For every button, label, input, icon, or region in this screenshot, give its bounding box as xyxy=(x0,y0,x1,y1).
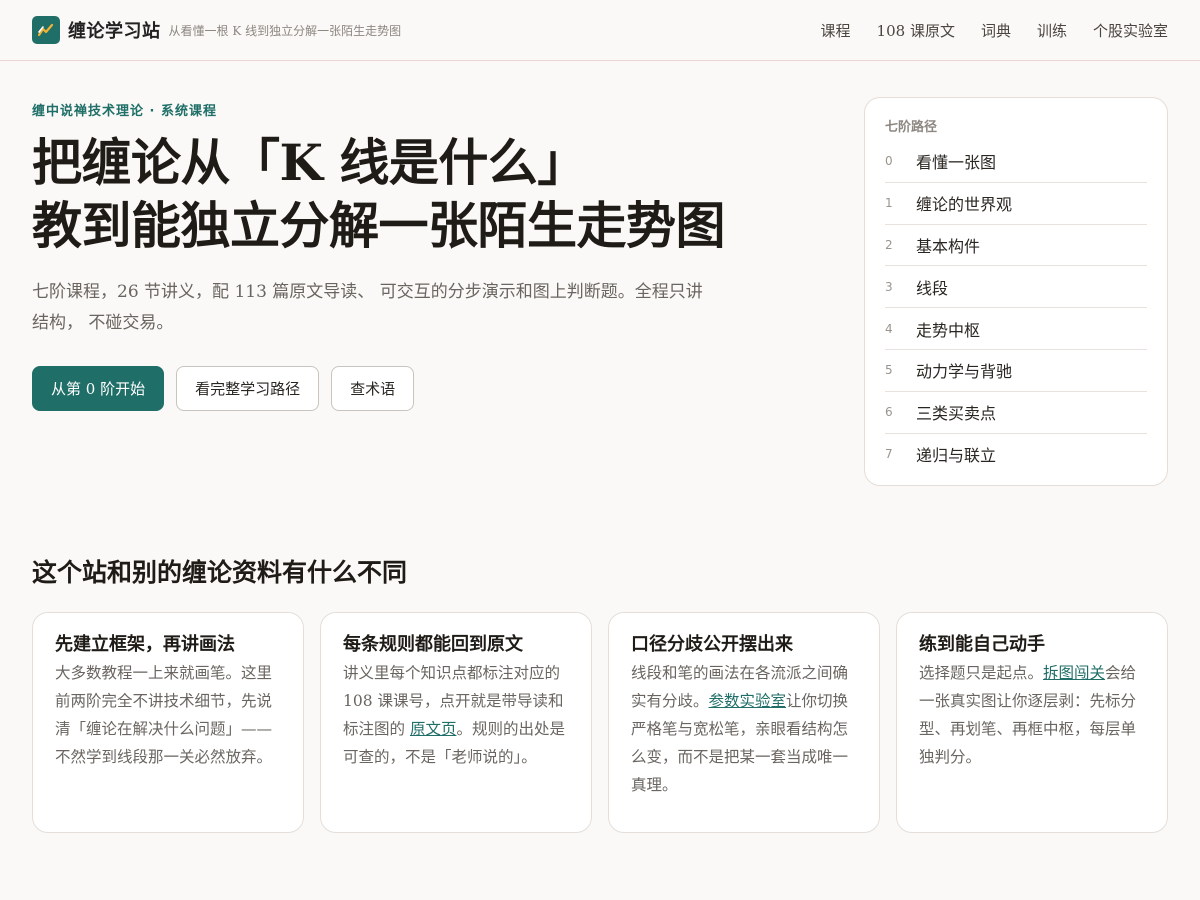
hero-title-line-2: 教到能独立分解一张陌生走势图 xyxy=(32,196,726,255)
path-item-6[interactable]: 6 三类买卖点 xyxy=(885,392,1147,434)
feature-title: 每条规则都能回到原文 xyxy=(343,634,523,655)
feature-body: 讲义里每个知识点都标注对应的 108 课课号，点开就是带导读和标注图的 原文页。… xyxy=(343,659,569,771)
path-item-label: 三类买卖点 xyxy=(916,404,997,424)
path-item-0[interactable]: 0 看懂一张图 xyxy=(885,141,1147,183)
path-item-5[interactable]: 5 动力学与背驰 xyxy=(885,350,1147,392)
feature-card-original-text: 每条规则都能回到原文 讲义里每个知识点都标注对应的 108 课课号，点开就是带导… xyxy=(320,612,592,833)
feature-title: 练到能自己动手 xyxy=(919,634,1045,655)
feature-title: 先建立框架，再讲画法 xyxy=(55,634,235,655)
path-item-number: 1 xyxy=(885,196,893,211)
path-item-label: 缠论的世界观 xyxy=(916,195,1013,215)
path-item-1[interactable]: 1 缠论的世界观 xyxy=(885,183,1147,225)
feature-cards: 先建立框架，再讲画法 大多数教程一上来就画笔。这里前两阶完全不讲技术细节，先说清… xyxy=(32,612,1168,833)
feature-title: 口径分歧公开摆出来 xyxy=(631,634,793,655)
parameter-lab-link[interactable]: 参数实验室 xyxy=(709,692,787,710)
hero-actions: 从第 0 阶开始 看完整学习路径 查术语 xyxy=(32,366,415,411)
path-item-3[interactable]: 3 线段 xyxy=(885,266,1147,309)
path-item-label: 递归与联立 xyxy=(916,446,997,466)
path-item-number: 2 xyxy=(885,237,893,252)
path-card-title: 七阶路径 xyxy=(885,120,938,135)
path-item-number: 5 xyxy=(885,363,893,378)
original-page-link[interactable]: 原文页 xyxy=(410,720,457,738)
path-item-4[interactable]: 4 走势中枢 xyxy=(885,308,1147,350)
seven-stage-path-card: 七阶路径 0 看懂一张图 1 缠论的世界观 2 基本构件 3 线段 4 走势中枢… xyxy=(864,97,1168,486)
path-item-label: 看懂一张图 xyxy=(916,153,997,173)
differences-section-title: 这个站和别的缠论资料有什么不同 xyxy=(32,558,408,587)
nav-courses[interactable]: 课程 xyxy=(821,20,851,41)
feature-body: 大多数教程一上来就画笔。这里前两阶完全不讲技术细节，先说清「缠论在解决什么问题」… xyxy=(55,659,281,771)
feature-body: 线段和笔的画法在各流派之间确实有分歧。参数实验室让你切换严格笔与宽松笔，亲眼看结… xyxy=(631,659,857,799)
feature-body-text: 大多数教程一上来就画笔。这里前两阶完全不讲技术细节，先说清「缠论在解决什么问题」… xyxy=(55,664,273,766)
path-item-number: 3 xyxy=(885,279,893,294)
hero-eyebrow: 缠中说禅技术理论 · 系统课程 xyxy=(32,104,217,119)
nav-dictionary[interactable]: 词典 xyxy=(981,20,1011,41)
path-item-number: 6 xyxy=(885,405,893,420)
hero-description: 七阶课程，26 节讲义，配 113 篇原文导读、 可交互的分步演示和图上判断题。… xyxy=(32,282,703,333)
path-item-number: 7 xyxy=(885,447,893,462)
feature-body: 选择题只是起点。拆图闯关会给一张真实图让你逐层剥：先标分型、再划笔、再框中枢，每… xyxy=(919,659,1145,771)
feature-card-divergence: 口径分歧公开摆出来 线段和笔的画法在各流派之间确实有分歧。参数实验室让你切换严格… xyxy=(608,612,880,833)
path-item-7[interactable]: 7 递归与联立 xyxy=(885,434,1147,476)
hero-title: 把缠论从「K 线是什么」 教到能独立分解一张陌生走势图 xyxy=(32,131,792,257)
path-item-label: 线段 xyxy=(916,278,949,298)
path-item-number: 0 xyxy=(885,154,893,169)
lookup-terms-button[interactable]: 查术语 xyxy=(331,366,415,411)
chart-challenge-link[interactable]: 拆图闯关 xyxy=(1043,664,1105,682)
brand-tagline: 从看懂一根 K 线到独立分解一张陌生走势图 xyxy=(168,23,402,38)
path-item-number: 4 xyxy=(885,321,893,336)
start-stage-0-button[interactable]: 从第 0 阶开始 xyxy=(32,366,165,411)
feature-card-framework: 先建立框架，再讲画法 大多数教程一上来就画笔。这里前两阶完全不讲技术细节，先说清… xyxy=(32,612,304,833)
hero-title-line-1: 把缠论从「K 线是什么」 xyxy=(32,133,587,192)
nav-original-texts[interactable]: 108 课原文 xyxy=(877,20,955,41)
path-item-label: 动力学与背驰 xyxy=(916,362,1013,382)
path-item-2[interactable]: 2 基本构件 xyxy=(885,225,1147,267)
nav-stock-lab[interactable]: 个股实验室 xyxy=(1093,20,1168,41)
nav-training[interactable]: 训练 xyxy=(1037,20,1067,41)
path-item-label: 基本构件 xyxy=(916,236,981,256)
brand-title[interactable]: 缠论学习站 xyxy=(68,17,161,43)
feature-body-text: 选择题只是起点。 xyxy=(919,664,1044,682)
feature-card-practice: 练到能自己动手 选择题只是起点。拆图闯关会给一张真实图让你逐层剥：先标分型、再划… xyxy=(896,612,1168,833)
logo-icon[interactable] xyxy=(32,16,60,44)
main-nav: 课程 108 课原文 词典 训练 个股实验室 xyxy=(821,20,1168,41)
view-learning-path-button[interactable]: 看完整学习路径 xyxy=(176,366,320,411)
top-header: 缠论学习站 从看懂一根 K 线到独立分解一张陌生走势图 课程 108 课原文 词… xyxy=(0,0,1200,61)
path-item-label: 走势中枢 xyxy=(916,320,981,340)
